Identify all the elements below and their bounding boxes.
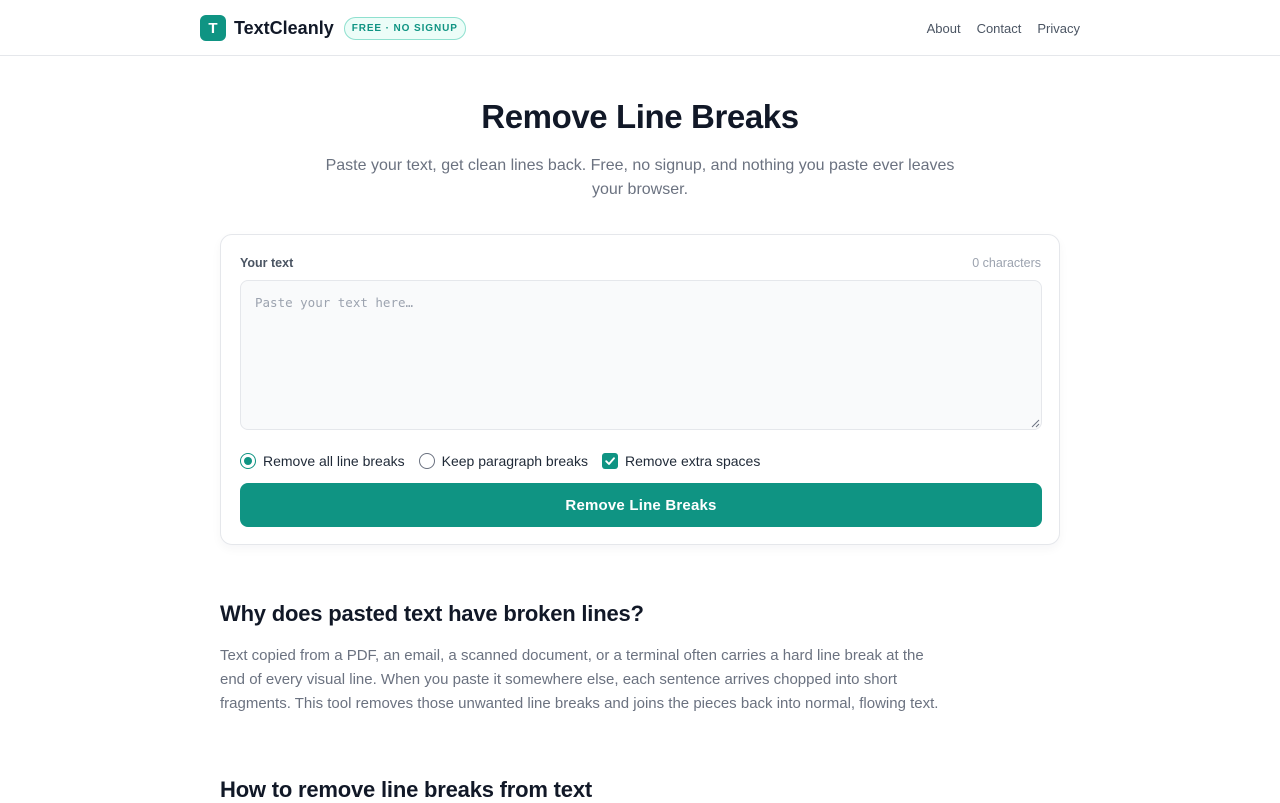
options-row: Remove all line breaks Keep paragraph br… <box>240 451 774 471</box>
page-title: Remove Line Breaks <box>481 98 799 135</box>
section-paragraph: Text copied from a PDF, an email, a scan… <box>220 647 939 712</box>
section-heading: How to remove line breaks from text <box>220 777 592 802</box>
radio-unchecked-icon[interactable] <box>418 453 435 469</box>
nav-link-contact[interactable]: Contact <box>977 21 1022 36</box>
option-remove-extra-spaces[interactable]: Remove extra spaces <box>601 453 761 469</box>
radio-checked-icon[interactable] <box>240 453 256 469</box>
nav-link-about[interactable]: About <box>927 21 961 36</box>
page-subtitle: Paste your text, get clean lines back. F… <box>325 157 955 198</box>
logo-icon: T <box>200 15 226 41</box>
option-keep-paragraph-breaks[interactable]: Keep paragraph breaks <box>418 453 588 469</box>
text-input[interactable] <box>240 280 1042 430</box>
resize-handle-icon[interactable] <box>1031 419 1040 428</box>
navbar-container: T TextCleanly FREE · NO SIGNUP About Con… <box>200 0 1080 56</box>
option-label: Remove all line breaks <box>263 453 405 469</box>
character-count: 0 characters <box>972 256 1041 270</box>
main-nav: About Contact Privacy <box>927 21 1080 36</box>
option-label: Keep paragraph breaks <box>441 453 588 469</box>
option-remove-all-line-breaks[interactable]: Remove all line breaks <box>240 453 405 469</box>
nav-link-privacy[interactable]: Privacy <box>1037 21 1080 36</box>
checkbox-checked-icon[interactable] <box>601 453 618 469</box>
brand-home-link[interactable]: T TextCleanly FREE · NO SIGNUP <box>200 15 466 41</box>
section-heading: Why does pasted text have broken lines? <box>220 601 644 626</box>
option-label: Remove extra spaces <box>624 453 761 469</box>
free-badge: FREE · NO SIGNUP <box>343 16 466 40</box>
remove-line-breaks-button[interactable]: Remove Line Breaks <box>240 483 1042 527</box>
brand-name: TextCleanly <box>234 17 334 38</box>
tool-card: Your text 0 characters Remove all line b… <box>220 234 1060 545</box>
input-label: Your text <box>240 256 294 270</box>
top-navbar: T TextCleanly FREE · NO SIGNUP About Con… <box>0 0 1280 56</box>
